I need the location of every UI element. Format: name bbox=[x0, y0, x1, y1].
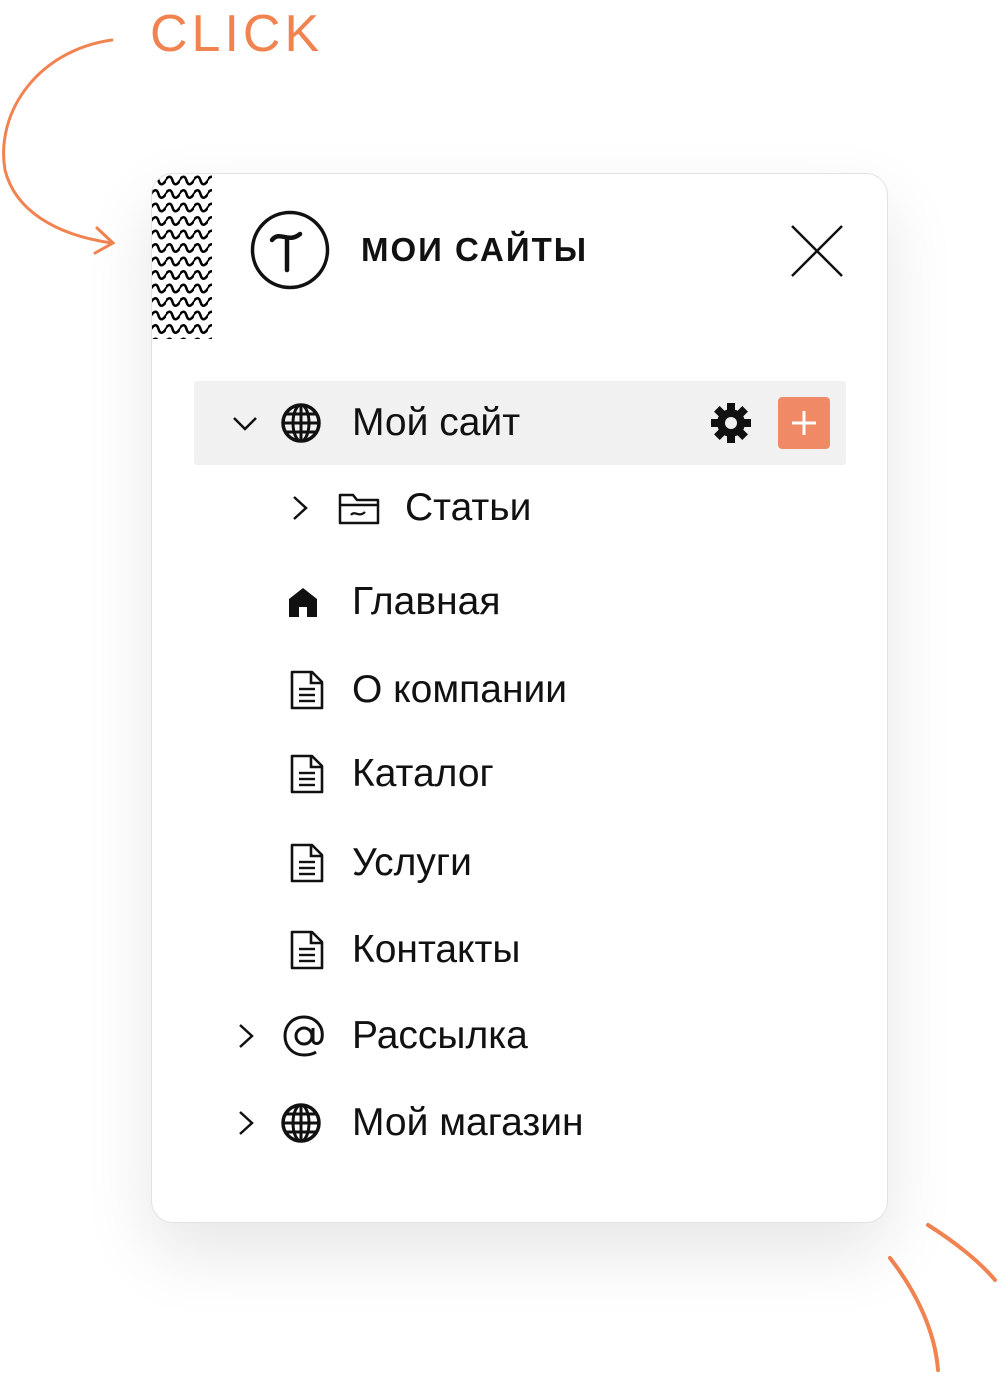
wave-pattern-icon bbox=[152, 174, 212, 339]
decorative-curve-icon bbox=[888, 1223, 997, 1372]
at-sign-icon bbox=[283, 1015, 324, 1057]
chevron-right-icon[interactable] bbox=[236, 1022, 256, 1050]
plus-icon[interactable] bbox=[778, 397, 830, 449]
chevron-right-icon[interactable] bbox=[236, 1109, 256, 1137]
gear-icon[interactable] bbox=[710, 402, 752, 444]
tree-item-articles[interactable]: Статьи bbox=[194, 466, 846, 550]
tree-item-contacts[interactable]: Контакты bbox=[194, 908, 846, 992]
tree-item-label: О компании bbox=[352, 668, 568, 711]
tree-item-my-site[interactable]: Мой сайт bbox=[194, 381, 846, 465]
document-icon bbox=[290, 930, 324, 970]
folder-icon bbox=[338, 493, 380, 525]
panel-title: МОИ САЙТЫ bbox=[361, 231, 589, 268]
tree-item-label: Статьи bbox=[405, 486, 532, 529]
tree-item-label: Главная bbox=[352, 580, 501, 623]
document-icon bbox=[290, 754, 324, 794]
tree-item-label: Каталог bbox=[352, 752, 494, 795]
tree-item-label: Услуги bbox=[352, 841, 472, 884]
click-arrow-icon bbox=[2, 38, 116, 255]
document-icon bbox=[290, 843, 324, 883]
tree-item-my-shop[interactable]: Мой магазин bbox=[194, 1081, 846, 1165]
tree-item-label: Мой сайт bbox=[352, 401, 521, 444]
my-sites-panel: МОИ САЙТЫ Мой сайт Статьи Главная О комп… bbox=[151, 173, 888, 1223]
tree-item-label: Рассылка bbox=[352, 1014, 528, 1057]
tree-item-newsletter[interactable]: Рассылка bbox=[194, 994, 846, 1078]
home-icon bbox=[289, 588, 317, 617]
tree-item-home[interactable]: Главная bbox=[194, 560, 846, 644]
tilda-logo-icon bbox=[250, 210, 330, 290]
document-icon bbox=[290, 670, 324, 710]
tree-item-services[interactable]: Услуги bbox=[194, 821, 846, 905]
tree-item-about[interactable]: О компании bbox=[194, 648, 846, 732]
tree-item-label: Мой магазин bbox=[352, 1101, 584, 1144]
close-icon[interactable] bbox=[786, 220, 846, 280]
globe-icon bbox=[281, 1103, 321, 1143]
tree-item-catalog[interactable]: Каталог bbox=[194, 732, 846, 816]
chevron-down-icon[interactable] bbox=[232, 410, 258, 436]
click-annotation-label: CLICK bbox=[150, 5, 324, 63]
globe-icon bbox=[281, 403, 321, 443]
chevron-right-icon[interactable] bbox=[290, 494, 310, 522]
tree-item-label: Контакты bbox=[352, 928, 521, 971]
